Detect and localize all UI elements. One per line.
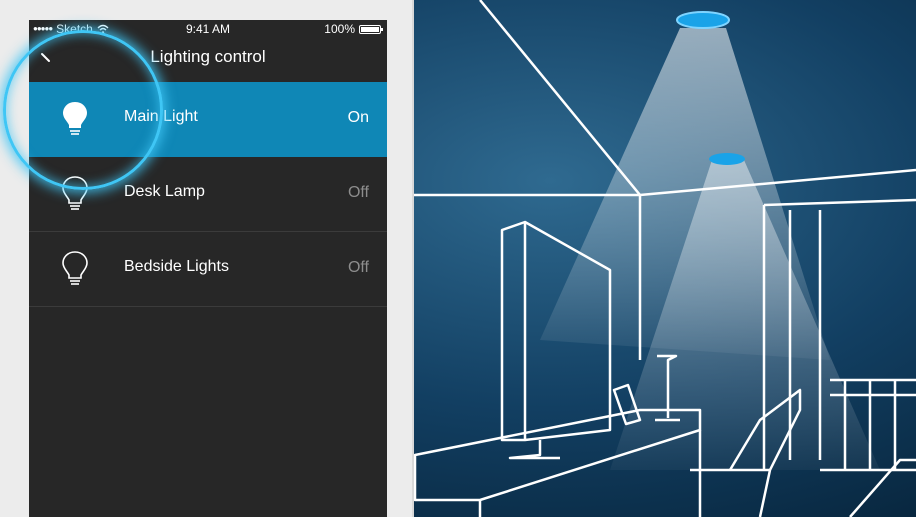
lights-list: Main Light On Desk Lamp Off Bedside Ligh… [29, 82, 387, 307]
lightbulb-icon [63, 102, 87, 135]
nav-bar: Lighting control [29, 38, 387, 82]
light-state: Off [347, 259, 369, 276]
battery-icon [359, 24, 383, 34]
light-row-bedside-lights[interactable]: Bedside Lights Off [29, 232, 387, 307]
light-row-desk-lamp[interactable]: Desk Lamp Off [29, 157, 387, 232]
lightbulb-icon [62, 176, 88, 210]
light-name: Main Light [124, 108, 198, 125]
lightbulb-icon [62, 251, 88, 285]
light-row-main-light[interactable]: Main Light On [29, 82, 387, 157]
phone-frame: ●●●●● Sketch 9:41 AM 100% Lighting contr… [0, 0, 414, 517]
stage: ●●●●● Sketch 9:41 AM 100% Lighting contr… [0, 0, 916, 517]
light-name: Bedside Lights [124, 258, 229, 275]
status-right: 100% [324, 20, 383, 38]
light-name: Desk Lamp [124, 183, 205, 200]
battery-percent: 100% [324, 22, 355, 36]
page-title: Lighting control [150, 47, 266, 66]
ceiling-lamp-icon [709, 153, 745, 165]
status-bar: ●●●●● Sketch 9:41 AM 100% [29, 20, 387, 38]
phone-screen: ●●●●● Sketch 9:41 AM 100% Lighting contr… [29, 20, 387, 517]
ceiling-lamp-icon [676, 11, 730, 29]
light-state: On [347, 109, 369, 126]
light-state: Off [347, 184, 369, 201]
